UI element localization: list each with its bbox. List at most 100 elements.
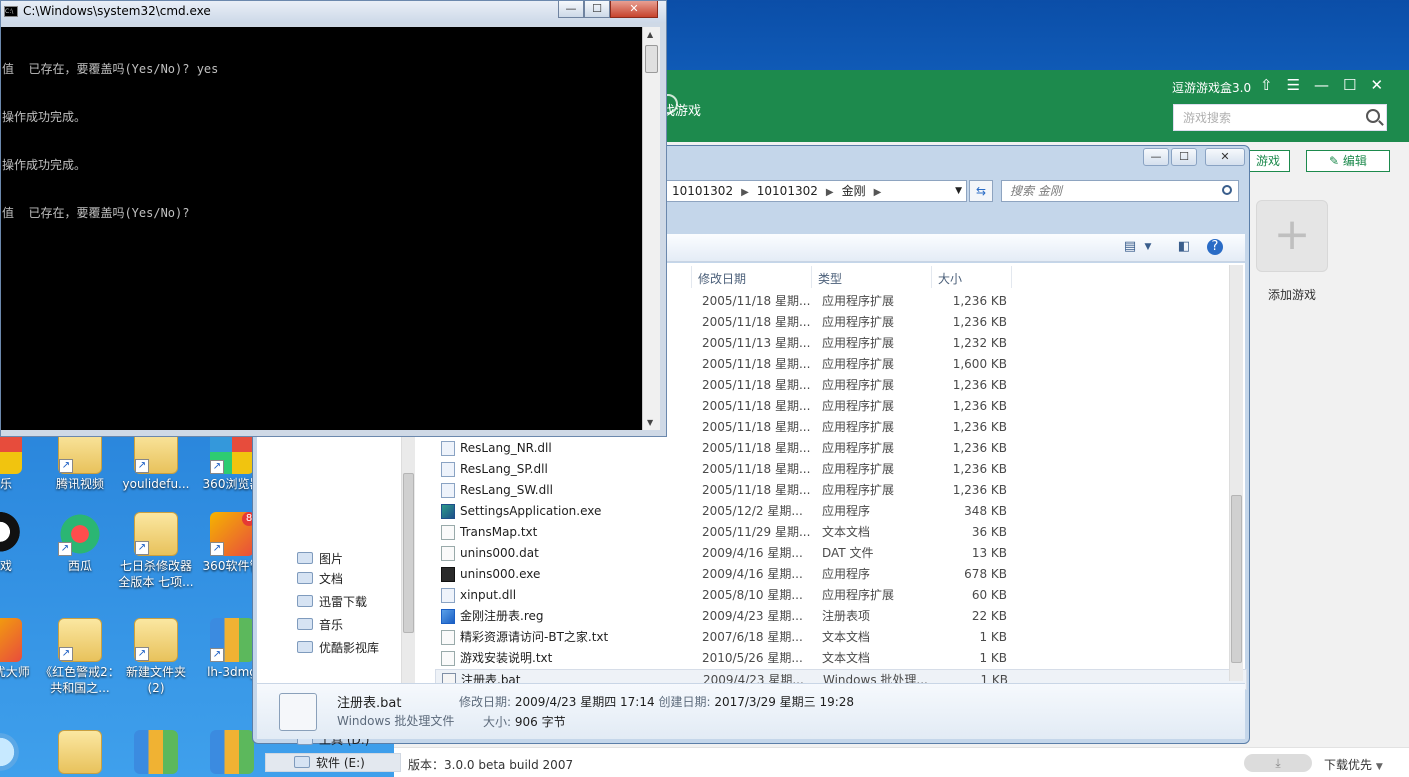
file-row[interactable]: ResLang_NR.dll 2005/11/18 星期... 应用程序扩展 1,23…	[435, 438, 1247, 459]
file-size: 1,236 KB	[952, 399, 1007, 413]
address-bar[interactable]: 10101302 ▶ 10101302 ▶ 金刚 ▶ ▼	[665, 180, 967, 202]
txt-file-icon	[441, 525, 455, 540]
nav-documents-icon	[297, 572, 313, 584]
search-icon[interactable]	[1222, 185, 1232, 195]
chevron-right-icon[interactable]: ▶	[874, 187, 882, 198]
close-button[interactable]: ✕	[610, 1, 658, 18]
scroll-up-icon[interactable]: ▲	[647, 30, 653, 39]
file-row[interactable]: unins000.exe 2009/4/16 星期... 应用程序 678 KB	[435, 564, 1247, 585]
nav-pictures[interactable]: 图片	[297, 550, 343, 567]
selected-file-name: 注册表.bat	[337, 696, 402, 711]
chevron-down-icon[interactable]: ▼	[1376, 762, 1383, 772]
file-row[interactable]: 金刚注册表.reg 2009/4/23 星期... 注册表项 22 KB	[435, 606, 1247, 627]
breadcrumb-item[interactable]: 10101302	[757, 184, 818, 198]
file-size: 348 KB	[964, 504, 1007, 518]
scrollbar-thumb[interactable]	[403, 473, 414, 633]
download-priority-label[interactable]: 下载优先 ▼	[1324, 756, 1383, 773]
xigua-shortcut[interactable]: ↗ 西瓜	[40, 512, 120, 574]
view-options-icon[interactable]: ▤	[1121, 239, 1139, 255]
game-search-input[interactable]	[1174, 105, 1354, 130]
edit-button[interactable]: ✎ 编辑	[1306, 150, 1390, 172]
version-text: 版本：3.0.0 beta build 2007	[408, 758, 574, 772]
file-row[interactable]: unins000.dat 2009/4/16 星期... DAT 文件 13 KB	[435, 543, 1247, 564]
maximize-button[interactable]: ☐	[584, 1, 610, 18]
column-size[interactable]: 大小	[938, 270, 962, 287]
tencent-video-shortcut[interactable]: ↗ 腾讯视频	[40, 430, 120, 492]
shortcut-arrow-icon: ↗	[210, 542, 224, 556]
game-search-box[interactable]	[1173, 104, 1387, 131]
youlidefu-folder[interactable]: ↗ youlidefu...	[116, 430, 196, 492]
new-folder-2[interactable]: ↗ 新建文件夹 (2)	[116, 618, 196, 696]
find-game-tab[interactable]: 找游戏	[662, 100, 701, 119]
add-game-button[interactable]: +	[1256, 200, 1328, 272]
address-dropdown-icon[interactable]: ▼	[955, 181, 962, 201]
console-output[interactable]: 值 已存在，要覆盖吗(Yes/No)? yes 操作成功完成。 操作成功完成。 …	[1, 27, 642, 430]
file-row[interactable]: 游戏安装说明.txt 2010/5/26 星期... 文本文档 1 KB	[435, 648, 1247, 669]
nav-documents[interactable]: 文档	[297, 570, 343, 587]
maximize-icon[interactable]: ☐	[1343, 76, 1370, 94]
windows-master-shortcut[interactable]: ↗ ows优大师	[0, 618, 40, 680]
game-button[interactable]: 游戏	[1246, 150, 1290, 172]
column-date[interactable]: 修改日期	[698, 270, 746, 287]
desktop-shortcut[interactable]	[40, 730, 120, 776]
chevron-down-icon[interactable]: ▼	[1139, 239, 1157, 255]
cmd-title: C:\Windows\system32\cmd.exe	[23, 4, 211, 18]
file-date: 2009/4/16 星期...	[702, 546, 803, 560]
desktop-icon-label: 七日杀修改器全版本 七项...	[118, 559, 194, 589]
explorer-search-input[interactable]	[1002, 181, 1202, 201]
nav-label: 音乐	[319, 618, 344, 632]
console-scrollbar[interactable]: ▲ ▼	[642, 27, 660, 430]
preview-pane-icon[interactable]: ◧	[1175, 239, 1193, 255]
app-title: 逗游游戏盒3.0	[1172, 81, 1252, 95]
minimize-button[interactable]: —	[558, 1, 584, 18]
red-alert-folder[interactable]: ↗ 《红色警戒2：共和国之...	[40, 618, 120, 696]
column-type[interactable]: 类型	[818, 270, 842, 287]
cmd-titlebar[interactable]: C:\ C:\Windows\system32\cmd.exe — ☐ ✕	[1, 1, 666, 23]
file-row[interactable]: ResLang_SW.dll 2005/11/18 星期... 应用程序扩展 1,23…	[435, 480, 1247, 501]
menu-icon[interactable]: ☰	[1287, 76, 1314, 94]
music-shortcut[interactable]: ↗音乐	[0, 430, 40, 492]
breadcrumb-item[interactable]: 金刚	[842, 184, 866, 198]
close-icon[interactable]: ✕	[1370, 76, 1397, 94]
scrollbar-thumb[interactable]	[645, 45, 658, 73]
minimize-button[interactable]: —	[1143, 148, 1169, 166]
minimize-icon[interactable]: —	[1314, 76, 1343, 94]
nav-youku-library[interactable]: 优酷影视库	[297, 639, 379, 656]
desktop-shortcut[interactable]	[116, 730, 196, 776]
nav-thunder-downloads[interactable]: 迅雷下载	[297, 593, 367, 610]
skin-icon[interactable]: ⇧	[1260, 76, 1287, 94]
download-toggle[interactable]: ⤓	[1244, 754, 1312, 772]
scroll-down-icon[interactable]: ▼	[647, 418, 653, 427]
explorer-search-box[interactable]	[1001, 180, 1239, 202]
chevron-right-icon[interactable]: ▶	[826, 187, 834, 198]
qq-game-shortcut[interactable]: ↗ 游戏	[0, 512, 40, 574]
nav-drive-e[interactable]: 软件 (E:)	[265, 753, 401, 772]
file-size: 1 KB	[979, 651, 1007, 665]
close-button[interactable]: ✕	[1205, 148, 1245, 166]
file-row[interactable]: TransMap.txt 2005/11/29 星期... 文本文档 36 KB	[435, 522, 1247, 543]
file-row[interactable]: 精彩资源请访问-BT之家.txt 2007/6/18 星期... 文本文档 1 KB	[435, 627, 1247, 648]
file-date: 2010/5/26 星期...	[702, 651, 803, 665]
file-list-scrollbar[interactable]	[1229, 265, 1243, 681]
scrollbar-thumb[interactable]	[1231, 495, 1242, 663]
refresh-button[interactable]: ⇆	[969, 180, 993, 202]
file-date: 2005/11/18 星期...	[702, 399, 811, 413]
file-date: 2005/11/18 星期...	[702, 420, 811, 434]
file-type: 应用程序扩展	[822, 420, 895, 434]
maximize-button[interactable]: ☐	[1171, 148, 1197, 166]
desktop-shortcut[interactable]	[0, 730, 40, 776]
nav-scrollbar[interactable]	[401, 433, 415, 683]
file-size: 1,236 KB	[952, 483, 1007, 497]
file-row[interactable]: xinput.dll 2005/8/10 星期... 应用程序扩展 60 KB	[435, 585, 1247, 606]
search-icon[interactable]	[1366, 109, 1380, 123]
seven-days-trainer-folder[interactable]: ↗ 七日杀修改器全版本 七项...	[116, 512, 196, 590]
file-row[interactable]: SettingsApplication.exe 2005/12/2 星期... 应用…	[435, 501, 1247, 522]
help-icon[interactable]: ?	[1207, 239, 1223, 255]
chevron-right-icon[interactable]: ▶	[741, 187, 749, 198]
file-row[interactable]: ResLang_SP.dll 2005/11/18 星期... 应用程序扩展 1,23…	[435, 459, 1247, 480]
exe-file-icon	[441, 504, 455, 519]
nav-music[interactable]: 音乐	[297, 616, 343, 633]
shortcut-arrow-icon: ↗	[135, 647, 149, 661]
console-line: 值 已存在，要覆盖吗(Yes/No)? yes	[2, 62, 219, 76]
breadcrumb-item[interactable]: 10101302	[672, 184, 733, 198]
